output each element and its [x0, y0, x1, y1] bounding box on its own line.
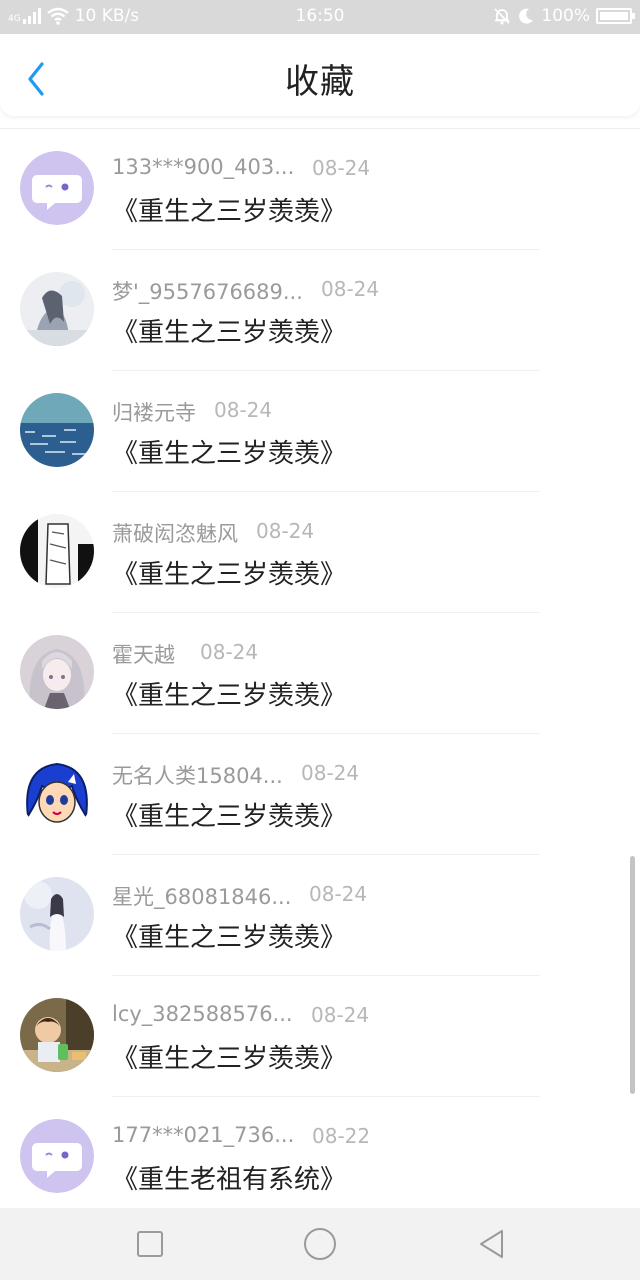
- user-name: 梦'_9557676689...: [112, 280, 303, 304]
- status-bar: 4G 10 KB/s 16:50 100%: [0, 0, 640, 34]
- avatar[interactable]: [20, 1119, 94, 1193]
- avatar[interactable]: [20, 151, 94, 225]
- book-title: 《重生之三岁羡羡》: [112, 681, 347, 711]
- user-name: 177***021_736...: [112, 1123, 295, 1147]
- avatar[interactable]: [20, 514, 94, 588]
- status-time: 16:50: [295, 6, 345, 26]
- book-title: 《重生之三岁羡羡》: [112, 318, 347, 348]
- user-name: 无名人类15804...: [112, 764, 283, 788]
- item-date: 08-24: [256, 519, 315, 543]
- item-date: 08-24: [321, 277, 380, 301]
- book-title: 《重生之三岁羡羡》: [112, 560, 347, 590]
- list-item[interactable]: lcy_382588576... 08-24 《重生之三岁羡羡》: [0, 976, 640, 1097]
- favorites-list: 133***900_403... 08-24 《重生之三岁羡羡》 梦'_9557676…: [0, 128, 640, 1208]
- user-name: 霍天越: [112, 643, 175, 667]
- avatar[interactable]: [20, 998, 94, 1072]
- item-date: 08-24: [311, 1003, 370, 1027]
- avatar[interactable]: [20, 635, 94, 709]
- user-name: 133***900_403...: [112, 155, 295, 179]
- avatar[interactable]: [20, 756, 94, 830]
- top-bar: 收藏: [0, 34, 640, 116]
- list-item[interactable]: 霍天越 08-24 《重生之三岁羡羡》: [0, 613, 640, 734]
- item-date: 08-24: [200, 640, 259, 664]
- user-name: 归褛元寺: [112, 401, 196, 425]
- recent-apps-icon: [137, 1231, 163, 1257]
- user-name: 星光_68081846...: [112, 885, 292, 909]
- scrollbar[interactable]: [630, 856, 635, 1094]
- back-nav-button[interactable]: [474, 1226, 510, 1262]
- avatar[interactable]: [20, 393, 94, 467]
- item-date: 08-24: [214, 398, 273, 422]
- book-title: 《重生之三岁羡羡》: [112, 802, 347, 832]
- list-item[interactable]: 177***021_736... 08-22 《重生老祖有系统》: [0, 1097, 640, 1208]
- list-item[interactable]: 梦'_9557676689... 08-24 《重生之三岁羡羡》: [0, 250, 640, 371]
- list-item[interactable]: 星光_68081846... 08-24 《重生之三岁羡羡》: [0, 855, 640, 976]
- avatar[interactable]: [20, 877, 94, 951]
- battery-icon: [596, 8, 635, 24]
- book-title: 《重生之三岁羡羡》: [112, 439, 347, 469]
- list-item[interactable]: 133***900_403... 08-24 《重生之三岁羡羡》: [0, 129, 640, 250]
- item-date: 08-24: [301, 761, 360, 785]
- list-item[interactable]: 归褛元寺 08-24 《重生之三岁羡羡》: [0, 371, 640, 492]
- book-title: 《重生之三岁羡羡》: [112, 923, 347, 953]
- item-date: 08-24: [312, 156, 371, 180]
- user-name: lcy_382588576...: [112, 1002, 293, 1026]
- book-title: 《重生之三岁羡羡》: [112, 197, 347, 227]
- user-name: 萧破闳恣魅风: [112, 522, 238, 546]
- back-triangle-icon: [480, 1230, 503, 1258]
- moon-icon: [519, 8, 534, 24]
- list-item[interactable]: 萧破闳恣魅风 08-24 《重生之三岁羡羡》: [0, 492, 640, 613]
- page-title: 收藏: [285, 62, 355, 102]
- item-date: 08-22: [312, 1124, 371, 1148]
- battery-percent: 100%: [541, 6, 590, 26]
- recent-apps-button[interactable]: [132, 1226, 168, 1262]
- home-icon: [304, 1228, 336, 1260]
- item-date: 08-24: [309, 882, 368, 906]
- list-item[interactable]: 无名人类15804... 08-24 《重生之三岁羡羡》: [0, 734, 640, 855]
- home-button[interactable]: [302, 1226, 338, 1262]
- book-title: 《重生之三岁羡羡》: [112, 1044, 347, 1074]
- avatar[interactable]: [20, 272, 94, 346]
- mute-bell-icon: [494, 8, 511, 25]
- book-title: 《重生老祖有系统》: [112, 1165, 347, 1195]
- system-nav-bar: [0, 1208, 640, 1280]
